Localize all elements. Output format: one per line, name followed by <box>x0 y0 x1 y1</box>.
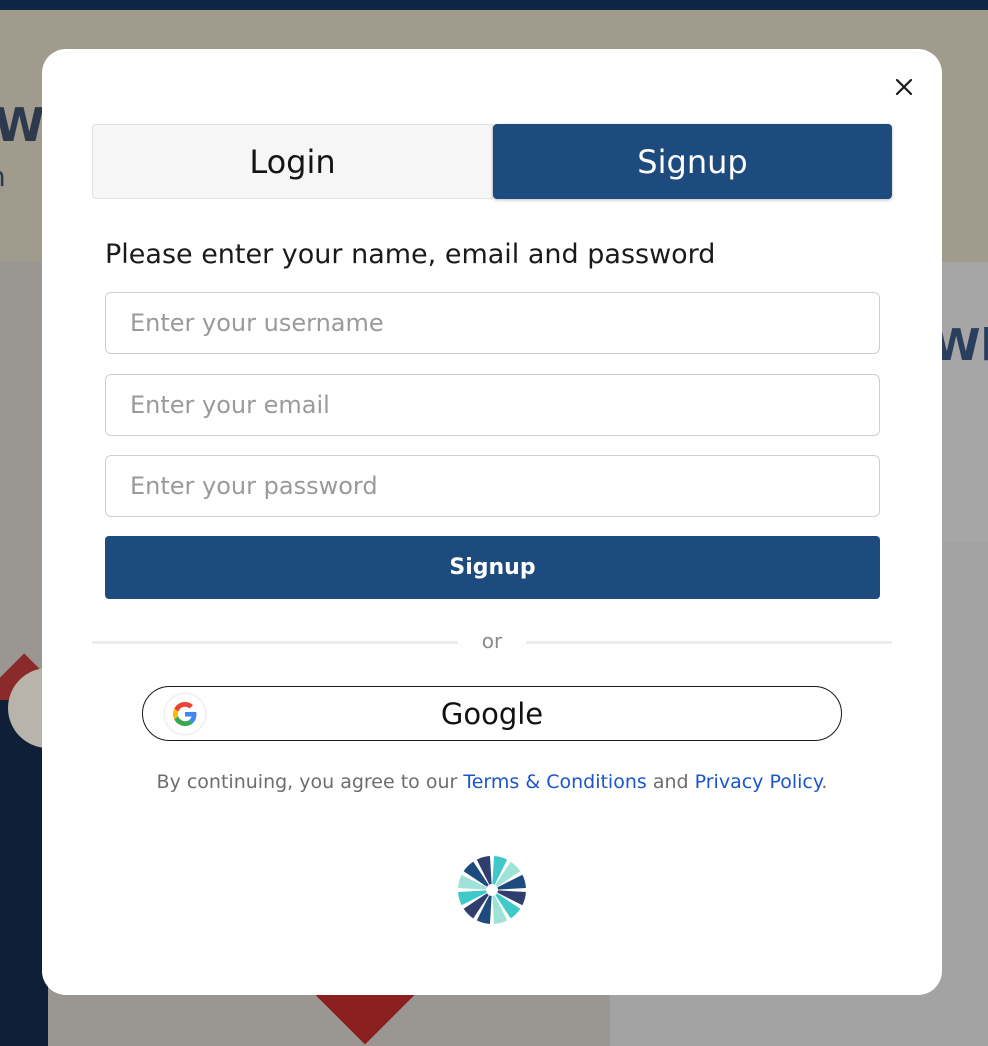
background-right-card <box>940 262 988 542</box>
tab-login[interactable]: Login <box>92 124 493 199</box>
terms-suffix: . <box>821 771 828 793</box>
terms-middle: and <box>646 771 695 793</box>
tab-signup[interactable]: Signup <box>493 124 892 199</box>
google-icon <box>165 694 205 734</box>
password-input[interactable] <box>105 455 880 517</box>
background-topbar <box>0 0 988 10</box>
divider-text: or <box>481 629 503 653</box>
signup-submit-button[interactable]: Signup <box>105 536 880 599</box>
signup-modal: Login Signup Please enter your name, ema… <box>42 49 942 995</box>
brand-logo-icon <box>458 856 526 924</box>
terms-notice: By continuing, you agree to our Terms & … <box>42 771 942 793</box>
google-signin-button[interactable]: Google <box>142 686 842 741</box>
close-icon <box>895 78 913 96</box>
divider-line-right <box>526 641 892 644</box>
background-dark-strip <box>0 700 48 1046</box>
privacy-link[interactable]: Privacy Policy <box>695 771 822 793</box>
divider-line-left <box>92 641 458 644</box>
form-instruction: Please enter your name, email and passwo… <box>105 239 716 270</box>
email-input[interactable] <box>105 374 880 436</box>
username-input[interactable] <box>105 292 880 354</box>
terms-link[interactable]: Terms & Conditions <box>463 771 646 793</box>
background-hero-subtitle: n <box>0 160 6 193</box>
close-button[interactable] <box>888 73 920 101</box>
auth-tabs: Login Signup <box>92 124 892 199</box>
terms-prefix: By continuing, you agree to our <box>156 771 464 793</box>
google-button-label: Google <box>440 696 544 731</box>
